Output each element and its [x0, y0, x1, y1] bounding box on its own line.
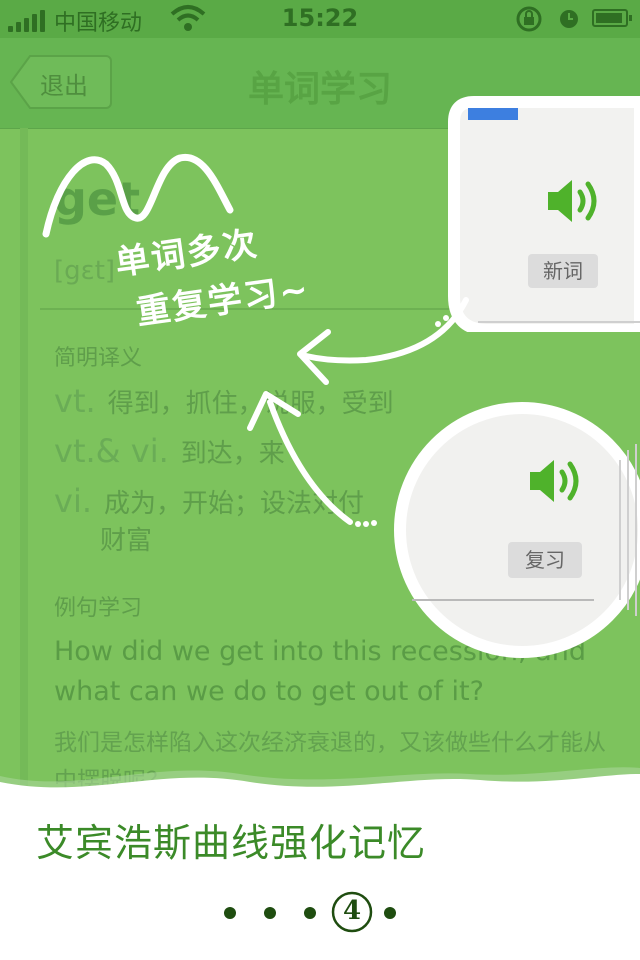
- speaker-icon[interactable]: [526, 454, 582, 508]
- word-phonetic: [gɛt]: [54, 256, 116, 286]
- page-dot[interactable]: [304, 907, 316, 919]
- page-indicator: 4: [0, 890, 640, 936]
- speaker-icon[interactable]: [544, 174, 600, 228]
- current-page-number: 4: [342, 896, 362, 926]
- status-bar: 中国移动 15:22: [0, 0, 640, 38]
- definition-row-continued: 财富: [100, 526, 153, 556]
- page-dot[interactable]: [264, 907, 276, 919]
- card-edge: [20, 128, 28, 788]
- battery-icon: [592, 9, 632, 27]
- arrow-doodle-icon: [247, 297, 469, 527]
- page-dot[interactable]: [384, 907, 396, 919]
- definition-pos: vt.& vi.: [54, 432, 169, 470]
- feature-caption: 艾宾浩斯曲线强化记忆: [36, 821, 427, 865]
- definition-pos: vi.: [54, 482, 92, 520]
- review-tag: 复习: [508, 542, 582, 578]
- alarm-icon: [560, 10, 578, 28]
- rotation-lock-icon: [516, 6, 542, 32]
- definition-pos: vt.: [54, 382, 96, 420]
- page-dot[interactable]: [224, 907, 236, 919]
- definitions-label: 简明译义: [54, 346, 143, 371]
- example-label: 例句学习: [54, 596, 143, 621]
- new-word-tag: 新词: [528, 254, 598, 288]
- page-dot-current[interactable]: 4: [330, 890, 374, 934]
